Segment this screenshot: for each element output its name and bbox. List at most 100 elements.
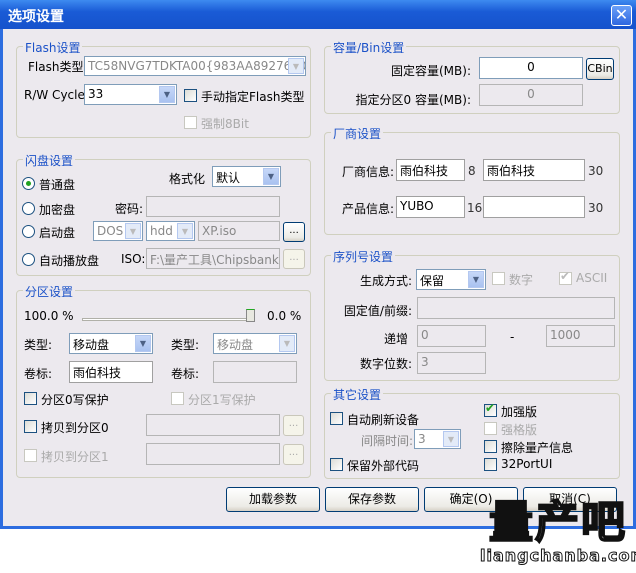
- rw-cycle-combo[interactable]: 33 ▼: [84, 84, 177, 105]
- combo-value: 3: [418, 432, 426, 446]
- chevron-down-icon: ▼: [135, 335, 151, 352]
- chevron-down-icon: ▼: [468, 271, 484, 288]
- rw-cycle-label: R/W Cycle:: [24, 88, 89, 102]
- combo-value: 移动盘: [217, 338, 254, 352]
- iso-browse-button[interactable]: ...: [283, 249, 305, 269]
- increment-to-input[interactable]: 1000: [546, 325, 615, 347]
- save-params-button[interactable]: 保存参数: [325, 487, 419, 512]
- combo-value: 保留: [420, 274, 445, 288]
- range-dash: -: [510, 330, 515, 344]
- watermark-logo: 量产吧 liangchanba.com: [480, 497, 636, 566]
- flash-type-label: Flash类型:: [28, 60, 88, 74]
- password-label: 密码:: [115, 202, 144, 216]
- product-info-length: 16: [467, 201, 483, 215]
- vendor-info-length: 8: [468, 164, 476, 178]
- serial-mode-combo[interactable]: 保留 ▼: [416, 269, 486, 290]
- combo-value: DOS: [97, 224, 124, 238]
- vendor-info-label: 厂商信息:: [342, 165, 395, 179]
- window-title: 选项设置: [8, 9, 64, 25]
- prefix-input[interactable]: [417, 297, 615, 319]
- boot-browse-button[interactable]: ...: [283, 222, 305, 242]
- checkbox-label: 自动刷新设备: [347, 413, 420, 427]
- fixed-capacity-input[interactable]: 0: [479, 57, 583, 79]
- interval-combo[interactable]: 3 ▼: [414, 429, 461, 449]
- product-info-input[interactable]: YUBO: [396, 196, 465, 218]
- checkbox-label: 手动指定Flash类型: [201, 90, 305, 104]
- digits-input[interactable]: 3: [417, 352, 486, 374]
- checkbox-label: 分区0写保护: [41, 393, 109, 407]
- vol0-label: 卷标:: [24, 367, 53, 381]
- type1-label: 类型:: [171, 338, 200, 352]
- product-info2-input[interactable]: [483, 196, 585, 218]
- chevron-down-icon: ▼: [159, 86, 175, 103]
- combo-value: 默认: [216, 171, 241, 185]
- checkbox-label: 强格版: [501, 423, 538, 437]
- copy1-path-input[interactable]: [146, 443, 280, 465]
- chevron-down-icon: ▼: [263, 168, 279, 185]
- close-button[interactable]: ✕: [611, 5, 632, 26]
- cbin-button[interactable]: CBin: [586, 58, 614, 80]
- password-input[interactable]: [146, 196, 280, 217]
- group-title: 厂商设置: [331, 125, 384, 142]
- group-title: 闪盘设置: [23, 152, 76, 169]
- copy0-browse-button[interactable]: ...: [283, 415, 304, 436]
- partition0-percent: 100.0 %: [24, 309, 74, 323]
- checkbox-label: 擦除量产信息: [501, 441, 574, 455]
- boot-type-combo[interactable]: hdd ▼: [146, 221, 195, 241]
- vendor-info2-input[interactable]: 雨伯科技: [483, 159, 585, 181]
- checkbox-label: 保留外部代码: [347, 459, 420, 473]
- flash-type-combo[interactable]: TC58NVG7TDKTA00{983AA8927650} ▼: [84, 56, 306, 76]
- vol1-label: 卷标:: [171, 367, 200, 381]
- chevron-down-icon: ▼: [279, 335, 295, 352]
- radio-label: 普通盘: [39, 178, 76, 192]
- format-combo[interactable]: 默认 ▼: [212, 166, 281, 187]
- checkbox-label: 分区1写保护: [188, 393, 256, 407]
- type0-label: 类型:: [24, 338, 53, 352]
- chevron-down-icon: ▼: [288, 58, 304, 74]
- boot-file-input[interactable]: XP.iso: [198, 221, 280, 241]
- combo-value: TC58NVG7TDKTA00{983AA8927650}: [88, 59, 306, 73]
- fixed-capacity-label: 固定容量(MB):: [391, 64, 471, 78]
- chevron-down-icon: ▼: [177, 223, 193, 239]
- chevron-down-icon: ▼: [443, 431, 459, 447]
- interval-label: 间隔时间:: [361, 434, 414, 448]
- partition0-capacity-input[interactable]: 0: [479, 84, 583, 106]
- copy1-browse-button[interactable]: ...: [283, 444, 304, 465]
- watermark-url: liangchanba.com: [480, 546, 636, 566]
- copy0-path-input[interactable]: [146, 414, 280, 436]
- product-info2-length: 30: [588, 201, 604, 215]
- vendor-info-input[interactable]: 雨伯科技: [396, 159, 465, 181]
- increment-from-input[interactable]: 0: [417, 325, 486, 347]
- group-title: 容量/Bin设置: [331, 39, 407, 56]
- checkbox-label: 拷贝到分区1: [41, 450, 109, 464]
- checkbox-label: 强制8Bit: [201, 117, 249, 131]
- partition0-volume-input[interactable]: 雨伯科技: [69, 361, 153, 383]
- iso-input[interactable]: F:\量产工具\Chipsbank\C: [146, 248, 280, 269]
- checkbox-label: 数字: [509, 273, 534, 287]
- partition0-type-combo[interactable]: 移动盘 ▼: [69, 333, 153, 354]
- radio-label: 加密盘: [39, 203, 76, 217]
- prefix-label: 固定值/前缀:: [343, 304, 412, 318]
- combo-value: hdd: [150, 224, 173, 238]
- load-params-button[interactable]: 加载参数: [226, 487, 320, 512]
- vendor-group: 厂商设置: [324, 125, 620, 235]
- chevron-down-icon: ▼: [125, 223, 141, 239]
- partition1-type-combo[interactable]: 移动盘 ▼: [213, 333, 297, 354]
- partition-slider[interactable]: [82, 304, 255, 324]
- serial-mode-label: 生成方式:: [359, 274, 412, 288]
- check-icon: ✔: [485, 401, 496, 415]
- vendor-info2-length: 30: [588, 164, 604, 178]
- combo-value: 33: [88, 87, 104, 101]
- checkbox-label: 加强版: [501, 405, 538, 419]
- group-title: 序列号设置: [331, 248, 396, 265]
- partition1-volume-input[interactable]: [213, 361, 297, 383]
- combo-value: 移动盘: [73, 338, 110, 352]
- iso-label: ISO:: [121, 252, 146, 266]
- partition1-percent: 0.0 %: [267, 309, 302, 323]
- watermark-text: 量产吧: [488, 497, 627, 548]
- slider-thumb[interactable]: [246, 309, 255, 322]
- title-bar: 选项设置: [0, 0, 636, 29]
- boot-os-combo[interactable]: DOS ▼: [93, 221, 143, 241]
- checkbox-label: 拷贝到分区0: [41, 421, 109, 435]
- checkbox-label: 32PortUI: [501, 457, 553, 471]
